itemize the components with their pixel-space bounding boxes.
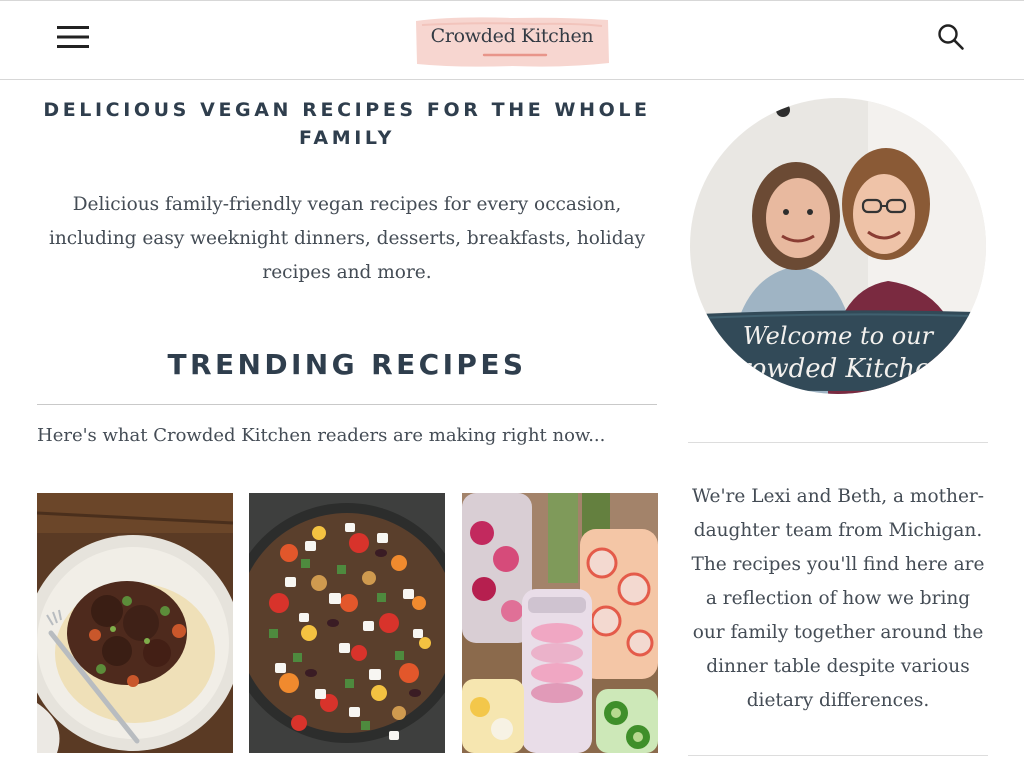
sidebar-divider — [688, 755, 988, 756]
stew-over-mashed-potatoes-photo — [37, 493, 233, 753]
trending-title: TRENDING RECIPES — [167, 348, 527, 381]
sidebar-divider — [688, 442, 988, 443]
pickled-vegetables-in-jars-photo — [462, 493, 658, 753]
hero-title: DELICIOUS VEGAN RECIPES FOR THE WHOLE FA… — [43, 99, 651, 149]
bio-text: We're Lexi and Beth, a mother-daughter t… — [691, 486, 985, 711]
hero-description: Delicious family-friendly vegan recipes … — [48, 194, 646, 283]
site-logo[interactable]: Crowded Kitchen — [414, 15, 610, 69]
recipe-card[interactable] — [37, 493, 233, 753]
magnifier-search-icon — [938, 24, 964, 50]
site-header: Crowded Kitchen — [0, 0, 1024, 80]
search-button[interactable] — [930, 17, 972, 57]
menu-button[interactable] — [52, 17, 94, 57]
recipe-card[interactable] — [462, 493, 658, 753]
logo-text: Crowded Kitchen — [430, 25, 594, 47]
section-divider — [37, 404, 657, 405]
recipe-card[interactable] — [249, 493, 445, 753]
trending-intro: Here's what Crowded Kitchen readers are … — [37, 425, 606, 446]
recipe-grid — [37, 493, 658, 768]
banner-line-2: Crowded Kitchen! — [718, 354, 957, 384]
hamburger-menu-icon — [57, 26, 89, 48]
welcome-photo: Welcome to our Crowded Kitchen! — [690, 98, 986, 394]
banner-line-1: Welcome to our — [743, 322, 935, 350]
chopped-salad-with-feta-photo — [249, 493, 445, 753]
